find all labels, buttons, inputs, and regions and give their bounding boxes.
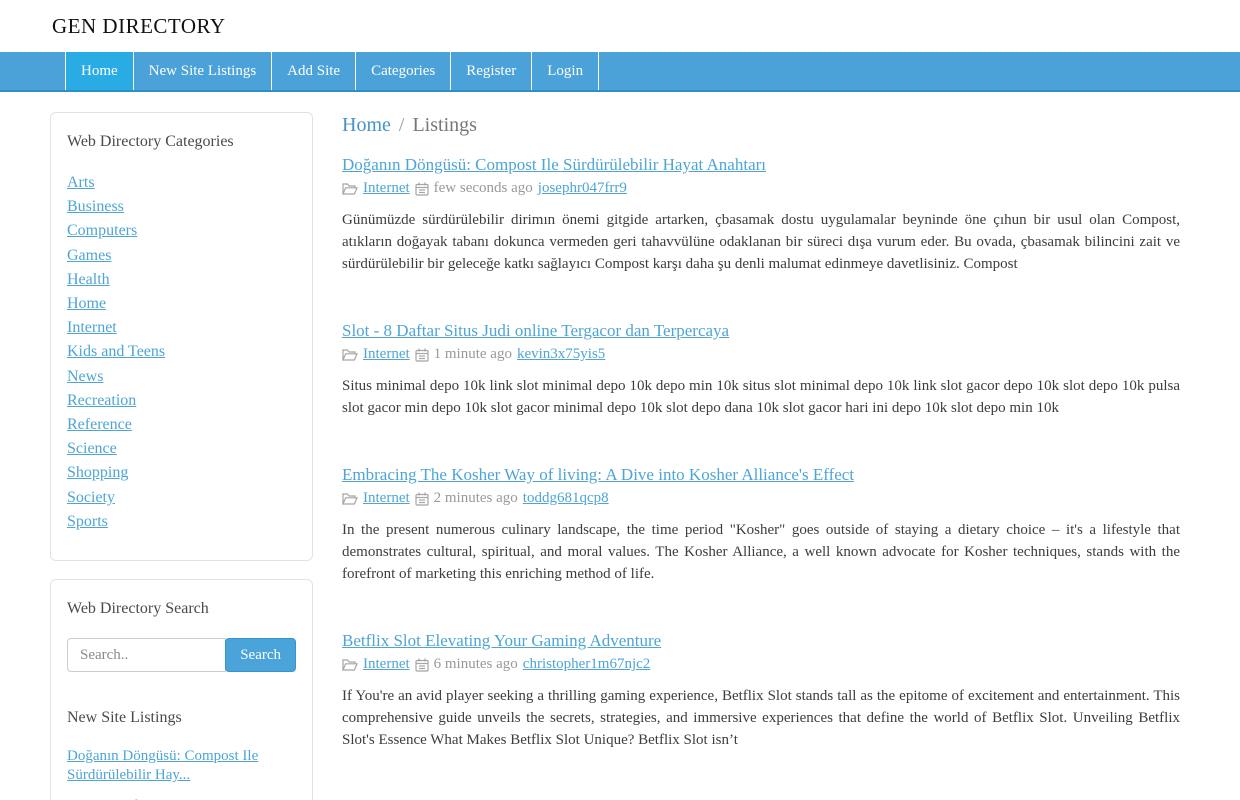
new-listing-link[interactable]: Doğanın Döngüsü: Compost Ile Sürdürülebi… <box>67 747 296 785</box>
listing-description: Günümüzde sürdürülebilir dirimın önemi g… <box>342 209 1180 275</box>
listing-category-link[interactable]: Internet <box>363 180 410 197</box>
listing-title-link[interactable]: Slot - 8 Daftar Situs Judi online Tergac… <box>342 320 729 342</box>
main-nav: Home New Site Listings Add Site Categori… <box>0 52 1240 92</box>
breadcrumb-current: Listings <box>412 114 476 136</box>
category-link-kids-and-teens[interactable]: Kids and Teens <box>67 343 165 360</box>
listing-user-link[interactable]: josephr047frr9 <box>538 180 627 197</box>
category-link-society[interactable]: Society <box>67 489 115 506</box>
listing-item: Doğanın Döngüsü: Compost Ile Sürdürülebi… <box>342 154 1180 275</box>
breadcrumb: Home / Listings <box>342 114 1180 137</box>
listing-user-link[interactable]: toddg681qcp8 <box>523 490 609 507</box>
nav-item-new-site-listings[interactable]: New Site Listings <box>134 52 273 90</box>
listing-item: EaseUS Todo PCTrans Pro Crack Reddit Mir… <box>342 796 1180 800</box>
listing-title-link[interactable]: EaseUS Todo PCTrans Pro Crack Reddit Mir… <box>342 796 824 800</box>
listing-time: 1 minute ago <box>434 346 512 363</box>
site-header: GEN DIRECTORY <box>0 0 1240 52</box>
folder-icon <box>342 658 358 672</box>
listing-user-link[interactable]: christopher1m67njc2 <box>523 656 650 673</box>
listing-description: If You're an avid player seeking a thril… <box>342 685 1180 751</box>
search-box: Web Directory Search Search New Site Lis… <box>50 579 313 800</box>
category-link-games[interactable]: Games <box>67 247 111 264</box>
listing-meta: Internet few seconds ago josephr047frr9 <box>342 180 1180 197</box>
calendar-icon <box>415 658 429 672</box>
listing-item: Slot - 8 Daftar Situs Judi online Tergac… <box>342 320 1180 419</box>
nav-item-categories[interactable]: Categories <box>356 52 451 90</box>
search-input[interactable] <box>67 638 226 672</box>
category-link-computers[interactable]: Computers <box>67 222 137 239</box>
search-heading: Web Directory Search <box>67 600 296 618</box>
categories-heading: Web Directory Categories <box>67 133 296 151</box>
breadcrumb-separator: / <box>399 114 405 136</box>
nav-item-register[interactable]: Register <box>451 52 532 90</box>
category-link-reference[interactable]: Reference <box>67 416 132 433</box>
new-site-listings-heading: New Site Listings <box>67 709 296 727</box>
category-link-business[interactable]: Business <box>67 198 124 215</box>
category-link-arts[interactable]: Arts <box>67 174 95 191</box>
category-link-shopping[interactable]: Shopping <box>67 464 128 481</box>
category-link-science[interactable]: Science <box>67 440 117 457</box>
listing-time: few seconds ago <box>434 180 533 197</box>
category-list: Arts Business Computers Games Health Hom… <box>67 171 296 534</box>
calendar-icon <box>415 492 429 506</box>
nav-item-home[interactable]: Home <box>65 52 134 90</box>
listing-time: 2 minutes ago <box>434 490 518 507</box>
category-link-sports[interactable]: Sports <box>67 513 108 530</box>
listing-description: Situs minimal depo 10k link slot minimal… <box>342 375 1180 419</box>
nav-list: Home New Site Listings Add Site Categori… <box>65 52 1240 90</box>
listing-meta: Internet 2 minutes ago toddg681qcp8 <box>342 490 1180 507</box>
calendar-icon <box>415 348 429 362</box>
listing-title-link[interactable]: Doğanın Döngüsü: Compost Ile Sürdürülebi… <box>342 154 766 176</box>
category-link-recreation[interactable]: Recreation <box>67 392 136 409</box>
nav-item-add-site[interactable]: Add Site <box>272 52 356 90</box>
listing-meta: Internet 6 minutes ago christopher1m67nj… <box>342 656 1180 673</box>
page-container: Web Directory Categories Arts Business C… <box>0 92 1240 800</box>
listing-item: Betflix Slot Elevating Your Gaming Adven… <box>342 630 1180 751</box>
listing-description: In the present numerous culinary landsca… <box>342 519 1180 585</box>
search-button[interactable]: Search <box>225 638 296 672</box>
listing-user-link[interactable]: kevin3x75yis5 <box>517 346 605 363</box>
category-link-news[interactable]: News <box>67 368 103 385</box>
folder-icon <box>342 348 358 362</box>
listing-time: 6 minutes ago <box>434 656 518 673</box>
listing-category-link[interactable]: Internet <box>363 346 410 363</box>
listing-category-link[interactable]: Internet <box>363 656 410 673</box>
main-content: Home / Listings Doğanın Döngüsü: Compost I… <box>342 112 1180 800</box>
listing-meta: Internet 1 minute ago kevin3x75yis5 <box>342 346 1180 363</box>
category-link-home[interactable]: Home <box>67 295 106 312</box>
search-form: Search <box>67 638 296 672</box>
listing-title-link[interactable]: Betflix Slot Elevating Your Gaming Adven… <box>342 630 661 652</box>
category-link-health[interactable]: Health <box>67 271 110 288</box>
listing-category-link[interactable]: Internet <box>363 490 410 507</box>
new-site-listings-list: Doğanın Döngüsü: Compost Ile Sürdürülebi… <box>67 747 296 800</box>
nav-item-login[interactable]: Login <box>532 52 599 90</box>
folder-icon <box>342 182 358 196</box>
calendar-icon <box>415 182 429 196</box>
category-link-internet[interactable]: Internet <box>67 319 117 336</box>
listing-item: Embracing The Kosher Way of living: A Di… <box>342 464 1180 585</box>
folder-icon <box>342 492 358 506</box>
listing-title-link[interactable]: Embracing The Kosher Way of living: A Di… <box>342 464 854 486</box>
categories-box: Web Directory Categories Arts Business C… <box>50 112 313 561</box>
sidebar: Web Directory Categories Arts Business C… <box>50 112 313 800</box>
site-title: GEN DIRECTORY <box>52 14 226 39</box>
breadcrumb-home-link[interactable]: Home <box>342 114 391 136</box>
